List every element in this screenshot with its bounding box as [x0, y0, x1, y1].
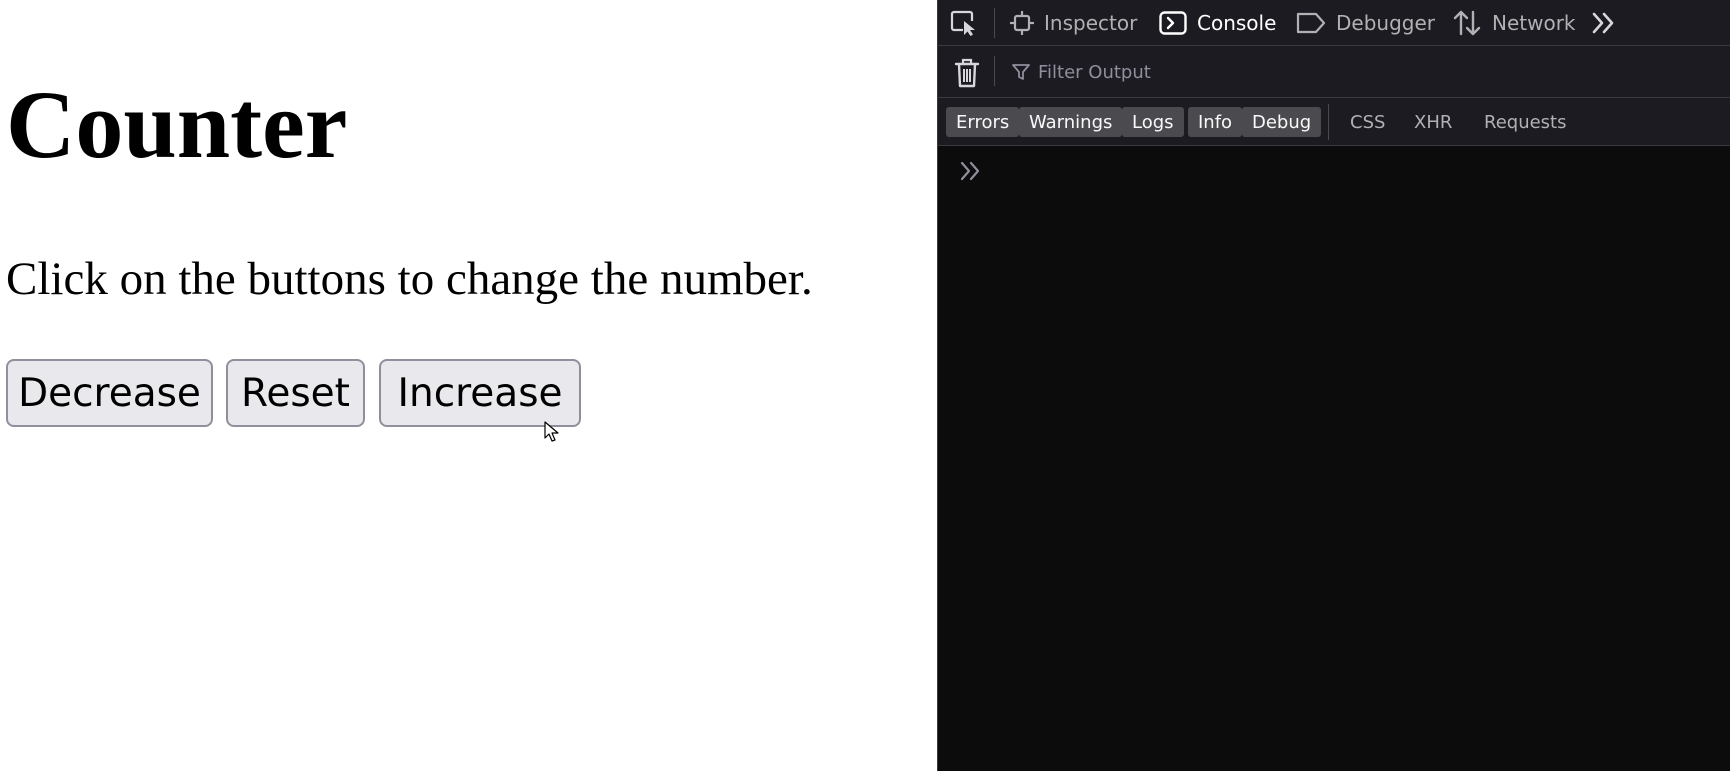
tab-inspector-label: Inspector: [1044, 10, 1138, 35]
inspector-icon: [1010, 10, 1034, 35]
console-filter-bar: Filter Output: [938, 46, 1730, 98]
page-title: Counter: [6, 71, 348, 178]
filter-output-input[interactable]: Filter Output: [1012, 54, 1712, 90]
toolbar-separator: [994, 8, 995, 38]
devtools-toolbar: Inspector Console Debugger Network: [938, 0, 1730, 46]
increase-button[interactable]: Increase: [379, 359, 581, 427]
trash-icon[interactable]: [954, 58, 980, 88]
element-picker-icon[interactable]: [950, 9, 980, 37]
tab-network-label: Network: [1492, 10, 1576, 35]
filter-requests-button[interactable]: Requests: [1474, 107, 1577, 137]
console-level-filters: Errors Warnings Logs Info Debug CSS XHR …: [938, 98, 1730, 146]
console-prompt-icon: [960, 161, 980, 181]
page-description: Click on the buttons to change the numbe…: [6, 253, 813, 305]
filter-icon: [1012, 64, 1030, 80]
level-separator: [1328, 104, 1329, 140]
tab-console-label: Console: [1197, 10, 1277, 35]
filter-placeholder: Filter Output: [1038, 61, 1151, 83]
tab-network[interactable]: Network: [1452, 0, 1576, 45]
filter-separator: [994, 56, 995, 86]
console-icon: [1159, 10, 1187, 35]
filter-debug-button[interactable]: Debug: [1242, 107, 1322, 137]
page-content: Counter Click on the buttons to change t…: [0, 0, 937, 771]
reset-button[interactable]: Reset: [226, 359, 365, 427]
tab-console[interactable]: Console: [1159, 0, 1276, 45]
filter-info-button[interactable]: Info: [1188, 107, 1243, 137]
filter-css-button[interactable]: CSS: [1340, 107, 1395, 137]
chevrons-right-icon[interactable]: [1590, 9, 1618, 37]
filter-logs-button[interactable]: Logs: [1122, 107, 1184, 137]
debugger-icon: [1296, 12, 1326, 33]
network-icon: [1453, 10, 1481, 35]
devtools-panel: Inspector Console Debugger Network Filte…: [937, 0, 1730, 771]
tab-debugger-label: Debugger: [1336, 10, 1435, 35]
filter-errors-button[interactable]: Errors: [946, 107, 1020, 137]
decrease-button[interactable]: Decrease: [6, 359, 213, 427]
filter-xhr-button[interactable]: XHR: [1404, 107, 1462, 137]
tab-inspector[interactable]: Inspector: [1010, 0, 1137, 45]
filter-warnings-button[interactable]: Warnings: [1019, 107, 1123, 137]
console-output[interactable]: [938, 146, 1730, 771]
mouse-cursor-icon: [544, 421, 559, 442]
tab-debugger[interactable]: Debugger: [1296, 0, 1435, 45]
